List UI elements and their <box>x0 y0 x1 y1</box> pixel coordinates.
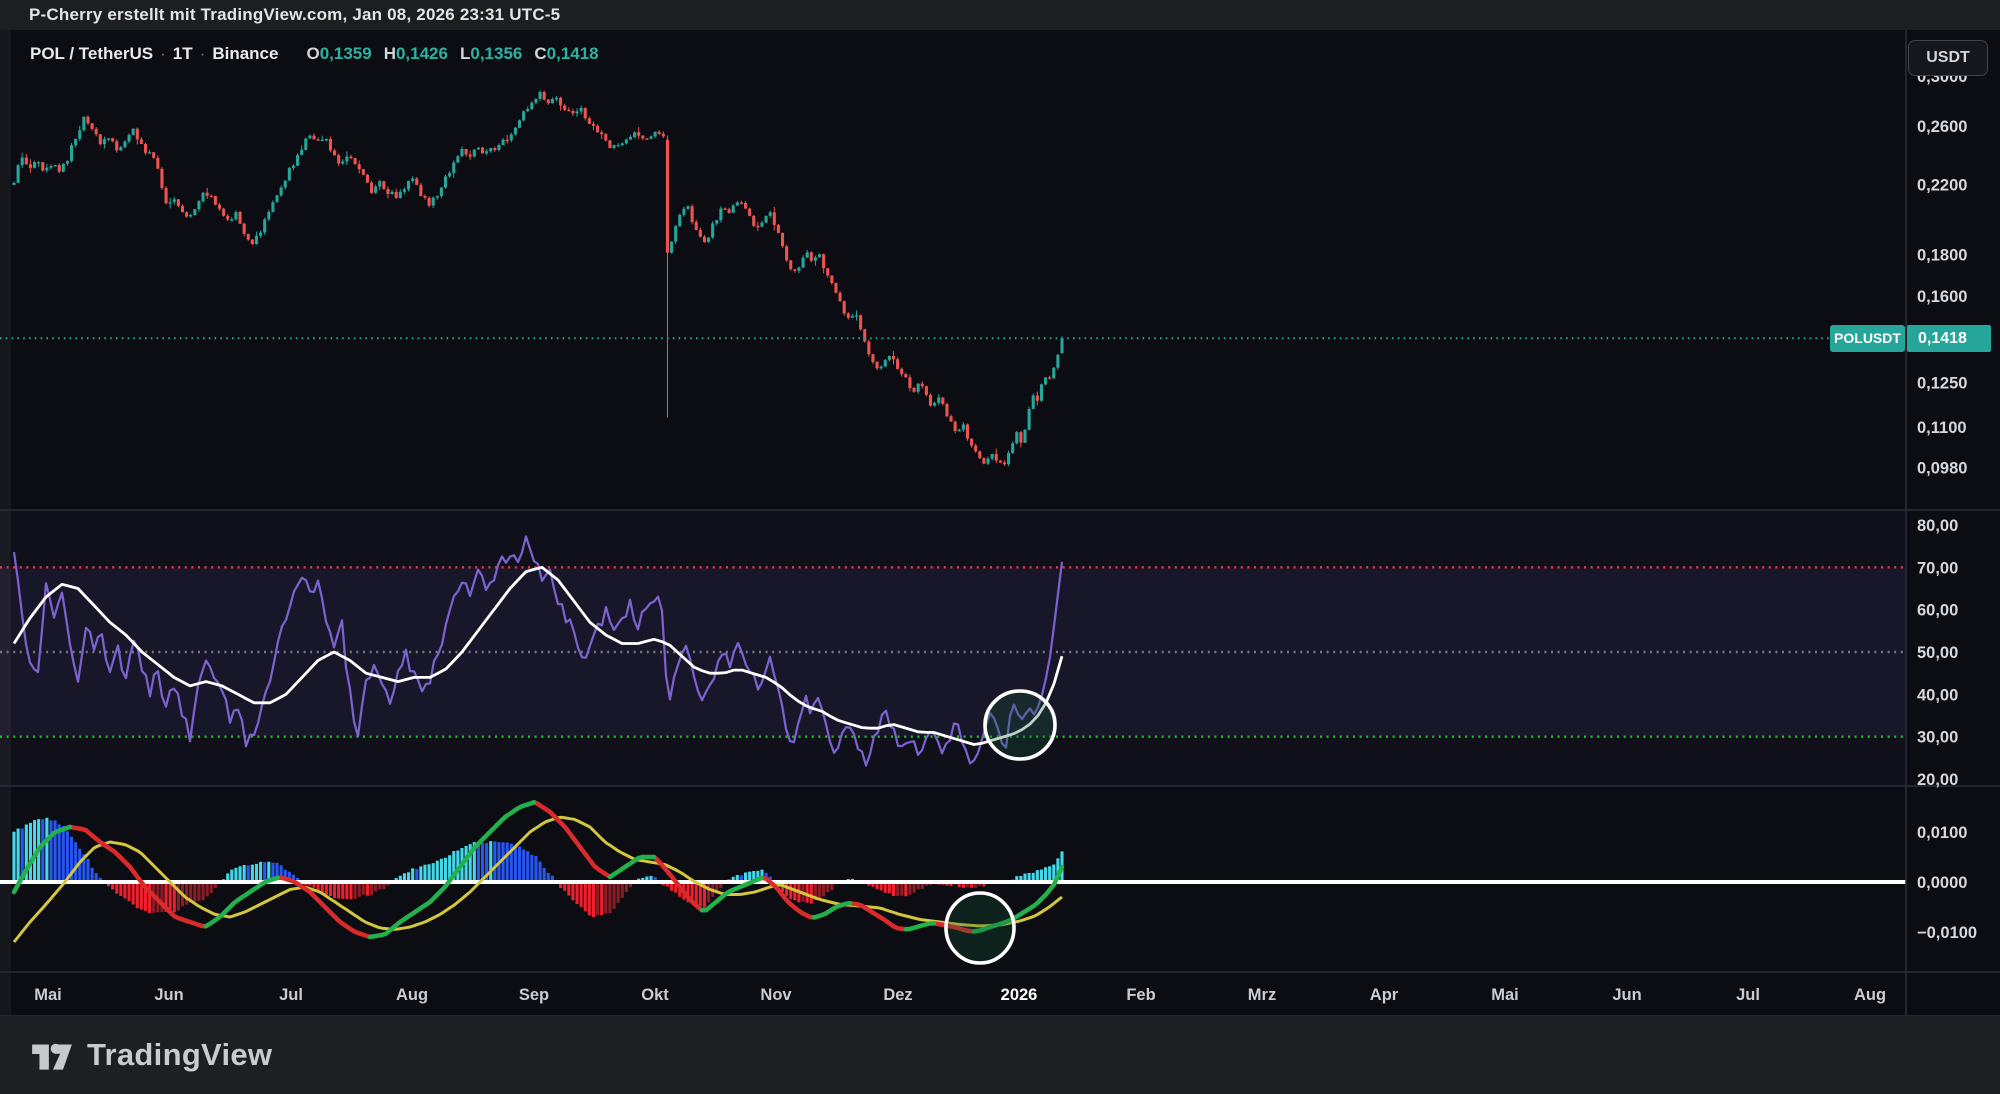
low-label: L <box>460 44 470 63</box>
time-axis-label: Okt <box>641 986 669 1004</box>
macd-axis-label: 0,0000 <box>1917 874 1967 892</box>
macd-signal-line <box>14 817 1062 942</box>
footer-bar: TradingView <box>0 1016 2000 1094</box>
legend-separator: · <box>153 44 173 63</box>
time-axis-label: Sep <box>519 986 549 1004</box>
legend-separator: · <box>193 44 213 63</box>
hist-down-rise <box>152 882 989 915</box>
price-axis-label: 0,1600 <box>1917 288 1967 306</box>
ohlc-values: O0,1359 H0,1426 L0,1356 C0,1418 <box>294 44 598 63</box>
rsi-axis-label: 70,00 <box>1917 559 1958 577</box>
time-axis-label: Mai <box>34 986 62 1004</box>
macd-annotation-circle[interactable] <box>946 893 1014 963</box>
tradingview-logo-icon <box>29 1032 75 1078</box>
open-label: O <box>306 44 319 63</box>
symbol-title[interactable]: POL / TetherUS <box>30 44 153 63</box>
time-axis[interactable]: Mai Jun Jul Aug Sep Okt Nov Dez 2026 Feb Mrz Apr Mai… <box>34 986 1886 1004</box>
candles-layer <box>12 90 1063 466</box>
price-scale[interactable]: 0,30000,26000,22000,18000,16000,12500,11… <box>1917 68 1977 942</box>
time-axis-label: Nov <box>760 986 792 1004</box>
rsi-axis-label: 60,00 <box>1917 602 1958 620</box>
rsi-axis-label: 30,00 <box>1917 729 1958 747</box>
price-line-symbol-chip: POLUSDT <box>1830 325 1905 352</box>
macd-histogram <box>12 818 1063 917</box>
time-axis-label: Jun <box>154 986 183 1004</box>
down-candle-bodies <box>25 92 1051 464</box>
tradingview-logo[interactable]: TradingView <box>29 1032 272 1078</box>
currency-toggle-button[interactable]: USDT <box>1908 40 1988 76</box>
down-candle-wicks <box>26 91 1049 466</box>
tradingview-logo-text: TradingView <box>87 1037 272 1073</box>
time-axis-label: Dez <box>883 986 912 1004</box>
low-value: 0,1356 <box>470 44 522 63</box>
macd-line-falling <box>70 802 974 937</box>
up-candle-bodies <box>12 92 1063 464</box>
price-axis-label: 0,2200 <box>1917 176 1967 194</box>
rsi-annotation-circle[interactable] <box>985 691 1055 759</box>
rsi-band-fill <box>0 567 1906 736</box>
rsi-axis-label: 50,00 <box>1917 644 1958 662</box>
time-axis-label: Jul <box>279 986 303 1004</box>
rsi-axis-label: 20,00 <box>1917 771 1958 789</box>
time-axis-label: Apr <box>1370 986 1399 1004</box>
close-value: 0,1418 <box>547 44 599 63</box>
time-axis-label: Jun <box>1612 986 1641 1004</box>
close-label: C <box>534 44 546 63</box>
time-axis-label: Aug <box>1854 986 1886 1004</box>
last-price-badge: 0,1418 <box>1907 325 1991 352</box>
rsi-axis-label: 40,00 <box>1917 686 1958 704</box>
time-axis-label: Feb <box>1126 986 1155 1004</box>
macd-axis-label: −0,0100 <box>1917 924 1977 942</box>
exchange-label: Binance <box>212 44 278 63</box>
price-axis-label: 0,1800 <box>1917 247 1967 265</box>
chart-legend: POL / TetherUS·1T·BinanceO0,1359H0,1426L… <box>30 44 599 64</box>
up-candle-wicks <box>14 90 1062 466</box>
price-axis-label: 0,0980 <box>1917 459 1967 477</box>
rsi-axis-label: 80,00 <box>1917 517 1958 535</box>
tradingview-window: P-Cherry erstellt mit TradingView.com, J… <box>0 0 2000 1094</box>
high-value: 0,1426 <box>396 44 448 63</box>
price-axis-label: 0,2600 <box>1917 118 1967 136</box>
time-axis-label-year: 2026 <box>1001 986 1038 1004</box>
high-label: H <box>384 44 396 63</box>
interval-label[interactable]: 1T <box>173 44 193 63</box>
time-axis-label: Jul <box>1736 986 1760 1004</box>
chart-canvas: 0,30000,26000,22000,18000,16000,12500,11… <box>0 0 2000 1094</box>
time-axis-label: Aug <box>396 986 428 1004</box>
price-axis-label: 0,1250 <box>1917 374 1967 392</box>
open-value: 0,1359 <box>320 44 372 63</box>
time-axis-label: Mai <box>1491 986 1519 1004</box>
price-axis-label: 0,1100 <box>1917 419 1967 437</box>
macd-axis-label: 0,0100 <box>1917 824 1967 842</box>
time-axis-label: Mrz <box>1248 986 1276 1004</box>
